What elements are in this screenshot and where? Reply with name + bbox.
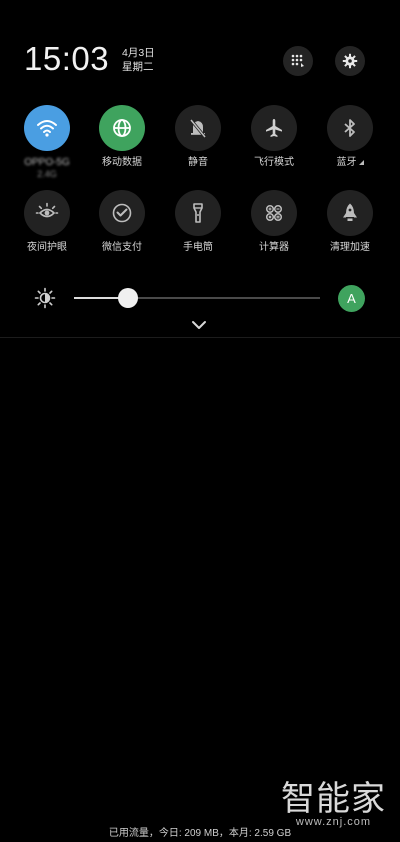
eye-care-label: 夜间护眼	[27, 242, 67, 253]
date-weekday: 星期二	[122, 61, 154, 73]
wifi-band: 2.4G	[37, 169, 57, 179]
airplane-label: 飞行模式	[254, 157, 294, 168]
boost-label: 清理加速	[330, 242, 370, 253]
edit-tiles-button[interactable]	[283, 46, 313, 76]
calculator-label: 计算器	[259, 242, 289, 253]
date-day: 4月3日	[122, 47, 155, 59]
grid-edit-icon	[291, 54, 304, 67]
bluetooth-label: 蓝牙	[320, 157, 380, 169]
chevron-down-icon[interactable]	[190, 319, 208, 331]
wechat-pay-label: 微信支付	[102, 242, 142, 253]
silent-label: 静音	[188, 157, 208, 168]
bluetooth-label-text: 蓝牙	[336, 157, 357, 168]
clock-time: 15:03	[24, 40, 110, 77]
flashlight-icon	[193, 203, 203, 223]
bell-off-icon	[189, 119, 207, 138]
wechat-pay-icon	[112, 203, 132, 223]
airplane-toggle[interactable]	[251, 105, 297, 151]
tile-eye-care[interactable]: 夜间护眼	[17, 190, 77, 254]
brightness-slider[interactable]	[74, 288, 320, 308]
globe-icon	[113, 119, 131, 137]
eye-care-toggle[interactable]	[24, 190, 70, 236]
eye-care-icon	[35, 202, 59, 218]
bluetooth-toggle[interactable]	[327, 105, 373, 151]
tile-bluetooth[interactable]: 蓝牙	[320, 105, 380, 169]
auto-brightness-button[interactable]: A	[338, 285, 365, 312]
tile-mobile-data[interactable]: 移动数据	[92, 105, 152, 169]
tile-airplane[interactable]: 飞行模式	[244, 105, 304, 169]
tile-wifi[interactable]: OPPO-5G 2.4G	[17, 105, 77, 179]
data-usage-text: 已用流量，今日: 209 MB，本月: 2.59 GB	[108, 828, 292, 839]
tile-boost[interactable]: 清理加速	[320, 190, 380, 254]
wifi-toggle[interactable]	[24, 105, 70, 151]
airplane-icon	[266, 119, 282, 137]
bluetooth-icon	[344, 119, 355, 137]
tile-wechat-pay[interactable]: 微信支付	[92, 190, 152, 254]
mobile-data-label: 移动数据	[102, 157, 142, 168]
tile-flashlight[interactable]: 手电筒	[168, 190, 228, 254]
site-watermark: 智能家 www.znj.com	[281, 782, 386, 828]
brightness-slider-thumb[interactable]	[118, 288, 139, 308]
flashlight-label: 手电筒	[183, 242, 213, 253]
rocket-icon	[343, 203, 357, 221]
mobile-data-toggle[interactable]	[99, 105, 145, 151]
expand-arrow-icon	[358, 160, 364, 165]
gear-icon	[342, 53, 358, 69]
wifi-icon	[37, 120, 57, 137]
flashlight-toggle[interactable]	[175, 190, 221, 236]
date-display: 4月3日 星期二	[122, 46, 155, 74]
settings-button[interactable]	[335, 46, 365, 76]
wechat-pay-toggle[interactable]	[99, 190, 145, 236]
brightness-icon	[34, 287, 56, 309]
tile-silent[interactable]: 静音	[168, 105, 228, 169]
wifi-network-name: OPPO-5G	[24, 157, 70, 168]
calculator-icon	[265, 204, 283, 222]
calculator-toggle[interactable]	[251, 190, 297, 236]
silent-toggle[interactable]	[175, 105, 221, 151]
tile-calculator[interactable]: 计算器	[244, 190, 304, 254]
boost-toggle[interactable]	[327, 190, 373, 236]
watermark-logo-text: 智能家	[281, 780, 386, 818]
panel-divider	[0, 337, 400, 338]
